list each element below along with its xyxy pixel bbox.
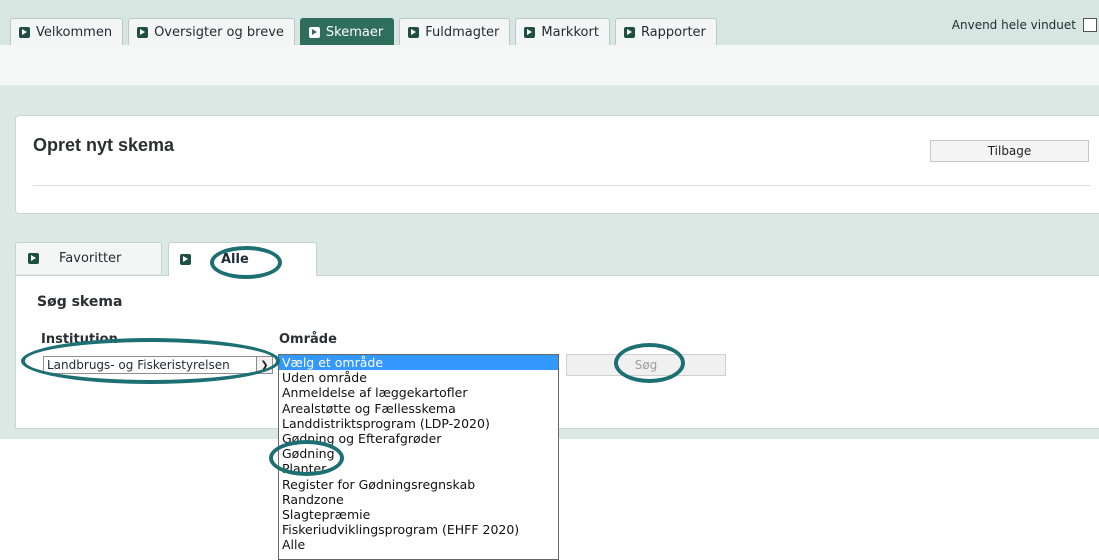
- institution-label: Institution: [41, 332, 118, 347]
- tab-rapporter[interactable]: Rapporter: [614, 18, 717, 45]
- area-option[interactable]: Landdistriktsprogram (LDP-2020): [279, 416, 558, 431]
- top-navigation-bar: Velkommen Oversigter og breve Skemaer Fu…: [0, 0, 1099, 45]
- whole-window-checkbox[interactable]: [1083, 18, 1097, 32]
- area-option[interactable]: Alle: [279, 537, 558, 552]
- tab-velkommen[interactable]: Velkommen: [10, 18, 124, 45]
- area-option[interactable]: Planter: [279, 461, 558, 476]
- area-option[interactable]: Randzone: [279, 492, 558, 507]
- page-title: Opret nyt skema: [33, 135, 175, 155]
- tab-fuldmagter[interactable]: Fuldmagter: [399, 18, 511, 45]
- area-option[interactable]: Slagtepræmie: [279, 507, 558, 522]
- arrow-right-icon: [408, 26, 420, 38]
- area-option[interactable]: Anmeldelse af læggekartofler: [279, 385, 558, 400]
- whole-window-toggle: Anvend hele vinduet: [952, 18, 1099, 32]
- whole-window-label: Anvend hele vinduet: [951, 18, 1076, 32]
- header-panel: Opret nyt skema Tilbage: [15, 115, 1099, 214]
- arrow-right-icon: [524, 26, 536, 38]
- search-title: Søg skema: [37, 294, 123, 310]
- arrow-right-icon: [28, 253, 39, 264]
- chevron-down-icon[interactable]: ❯: [256, 357, 272, 373]
- tab-label: Rapporter: [640, 24, 706, 40]
- area-dropdown-list[interactable]: Vælg et område Uden område Anmeldelse af…: [278, 354, 559, 560]
- area-option[interactable]: Uden område: [279, 370, 558, 385]
- tab-label: Velkommen: [36, 24, 113, 40]
- arrow-right-icon: [623, 26, 635, 38]
- area-option[interactable]: Register for Gødningsregnskab: [279, 477, 558, 492]
- tab-label: Markkort: [541, 24, 599, 40]
- tab-alle[interactable]: Alle: [168, 242, 317, 276]
- area-option[interactable]: Arealstøtte og Fællesskema: [279, 401, 558, 416]
- tab-label: Alle: [221, 252, 249, 267]
- top-tabs: Velkommen Oversigter og breve Skemaer Fu…: [10, 18, 722, 45]
- tab-markkort[interactable]: Markkort: [515, 18, 610, 45]
- arrow-right-icon: [137, 26, 149, 38]
- arrow-right-icon: [308, 26, 320, 38]
- area-option[interactable]: Fiskeriudviklingsprogram (EHFF 2020): [279, 522, 558, 537]
- tab-label: Oversigter og breve: [154, 24, 284, 40]
- institution-select[interactable]: Landbrugs- og Fiskeristyrelsen ❯: [43, 356, 273, 374]
- back-button[interactable]: Tilbage: [930, 140, 1089, 162]
- divider: [33, 185, 1090, 186]
- sub-header-strip: [0, 45, 1099, 85]
- area-option[interactable]: Gødning: [279, 446, 558, 461]
- institution-select-value: Landbrugs- og Fiskeristyrelsen: [47, 358, 230, 372]
- area-option[interactable]: Gødning og Efterafgrøder: [279, 431, 558, 446]
- area-label: Område: [279, 332, 337, 347]
- tab-oversigter-og-breve[interactable]: Oversigter og breve: [128, 18, 295, 45]
- tab-skemaer[interactable]: Skemaer: [299, 18, 395, 45]
- search-button[interactable]: Søg: [566, 354, 726, 376]
- area-option[interactable]: Vælg et område: [279, 355, 558, 371]
- tab-label: Favoritter: [59, 251, 122, 266]
- tab-label: Skemaer: [325, 24, 384, 40]
- tab-label: Fuldmagter: [425, 24, 500, 40]
- arrow-right-icon: [180, 254, 191, 265]
- arrow-right-icon: [19, 26, 30, 38]
- tab-favoritter[interactable]: Favoritter: [15, 242, 162, 274]
